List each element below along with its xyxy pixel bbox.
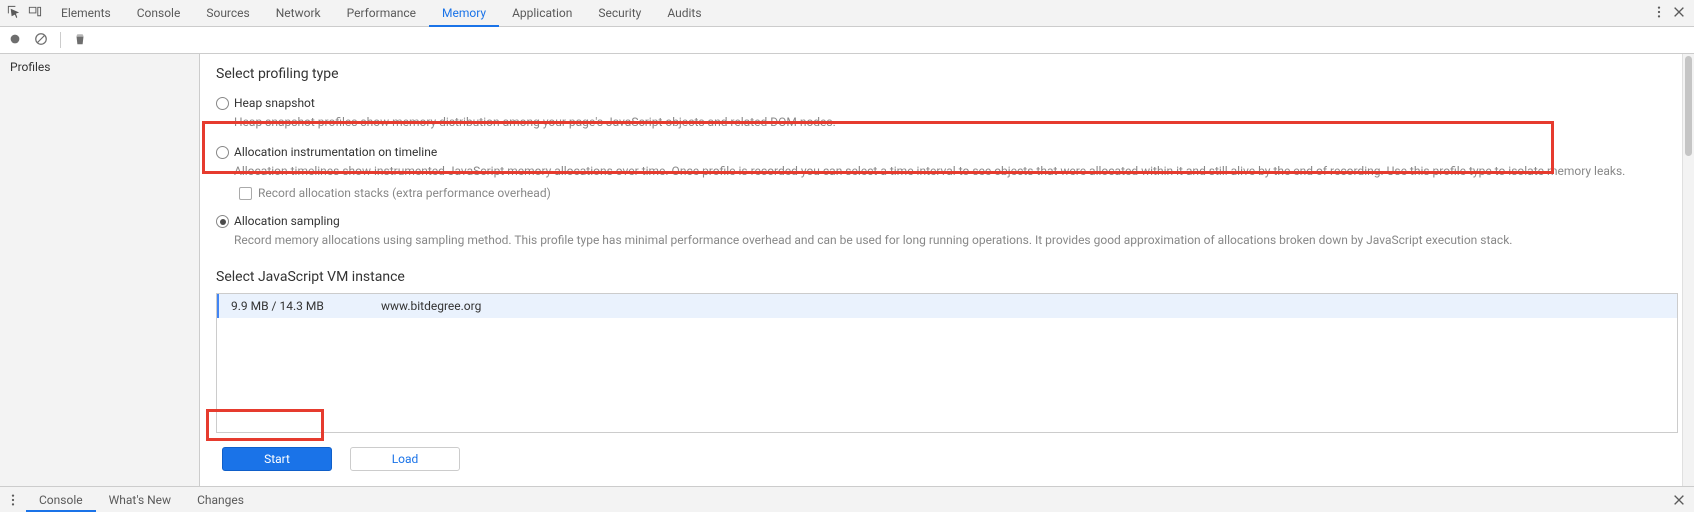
tab-network[interactable]: Network (263, 0, 334, 26)
top-bar-right (1652, 0, 1694, 26)
vm-instance-list: 9.9 MB / 14.3 MB www.bitdegree.org (216, 293, 1678, 433)
subopt-label: Record allocation stacks (extra performa… (258, 186, 551, 200)
vm-memory: 9.9 MB / 14.3 MB (231, 299, 341, 313)
record-icon[interactable] (8, 32, 22, 49)
tab-audits[interactable]: Audits (654, 0, 714, 26)
tab-elements[interactable]: Elements (48, 0, 124, 26)
drawer-tabs: Console What's New Changes (26, 487, 257, 512)
option-allocation-sampling[interactable]: Allocation sampling Record memory alloca… (216, 208, 1688, 257)
tab-console[interactable]: Console (124, 0, 194, 26)
action-buttons: Start Load (222, 447, 1688, 471)
option-desc: Heap snapshot profiles show memory distr… (234, 113, 1688, 131)
tab-memory[interactable]: Memory (429, 0, 499, 26)
more-icon[interactable] (1652, 5, 1666, 22)
memory-content: Select profiling type Heap snapshot Heap… (200, 54, 1694, 486)
tab-performance[interactable]: Performance (334, 0, 429, 26)
main-area: Profiles Select profiling type Heap snap… (0, 54, 1694, 486)
radio-allocation-sampling[interactable] (216, 215, 229, 228)
record-stacks-subopt[interactable]: Record allocation stacks (extra performa… (239, 186, 1688, 200)
close-icon[interactable] (1672, 5, 1686, 22)
device-toggle-icon[interactable] (27, 4, 42, 22)
profiling-type-heading: Select profiling type (216, 66, 1688, 82)
option-desc: Record memory allocations using sampling… (234, 231, 1688, 249)
start-button[interactable]: Start (222, 447, 332, 471)
tab-security[interactable]: Security (585, 0, 654, 26)
drawer-close[interactable] (1672, 487, 1694, 512)
radio-heap-snapshot[interactable] (216, 97, 229, 110)
option-label: Allocation sampling (234, 214, 1688, 228)
inspect-controls (0, 0, 48, 26)
scrollbar[interactable] (1682, 54, 1694, 486)
vm-instance-row[interactable]: 9.9 MB / 14.3 MB www.bitdegree.org (217, 294, 1677, 318)
toolbar-separator (60, 32, 61, 48)
profiles-sidebar: Profiles (0, 54, 200, 486)
load-button[interactable]: Load (350, 447, 460, 471)
drawer-bar: Console What's New Changes (0, 486, 1694, 512)
memory-toolbar (0, 27, 1694, 54)
devtools-tab-bar: Elements Console Sources Network Perform… (0, 0, 1694, 27)
scrollbar-thumb[interactable] (1685, 56, 1692, 156)
option-heap-snapshot[interactable]: Heap snapshot Heap snapshot profiles sho… (216, 90, 1688, 139)
delete-icon[interactable] (73, 32, 87, 49)
vm-url: www.bitdegree.org (381, 299, 481, 313)
drawer-tab-console[interactable]: Console (26, 487, 96, 512)
sidebar-item-profiles[interactable]: Profiles (0, 54, 199, 80)
tab-sources[interactable]: Sources (193, 0, 262, 26)
drawer-menu[interactable] (0, 487, 26, 512)
option-allocation-timeline[interactable]: Allocation instrumentation on timeline A… (216, 139, 1688, 208)
option-label: Heap snapshot (234, 96, 1688, 110)
drawer-tab-changes[interactable]: Changes (184, 487, 257, 512)
inspect-element-icon[interactable] (6, 4, 21, 22)
clear-icon[interactable] (34, 32, 48, 49)
drawer-tab-whats-new[interactable]: What's New (96, 487, 184, 512)
option-label: Allocation instrumentation on timeline (234, 145, 1688, 159)
option-desc: Allocation timelines show instrumented J… (234, 162, 1688, 180)
checkbox-record-stacks[interactable] (239, 187, 252, 200)
profiling-options: Heap snapshot Heap snapshot profiles sho… (216, 90, 1688, 257)
tab-application[interactable]: Application (499, 0, 585, 26)
main-tabs: Elements Console Sources Network Perform… (48, 0, 715, 26)
vm-instance-heading: Select JavaScript VM instance (216, 269, 1688, 285)
radio-allocation-timeline[interactable] (216, 146, 229, 159)
